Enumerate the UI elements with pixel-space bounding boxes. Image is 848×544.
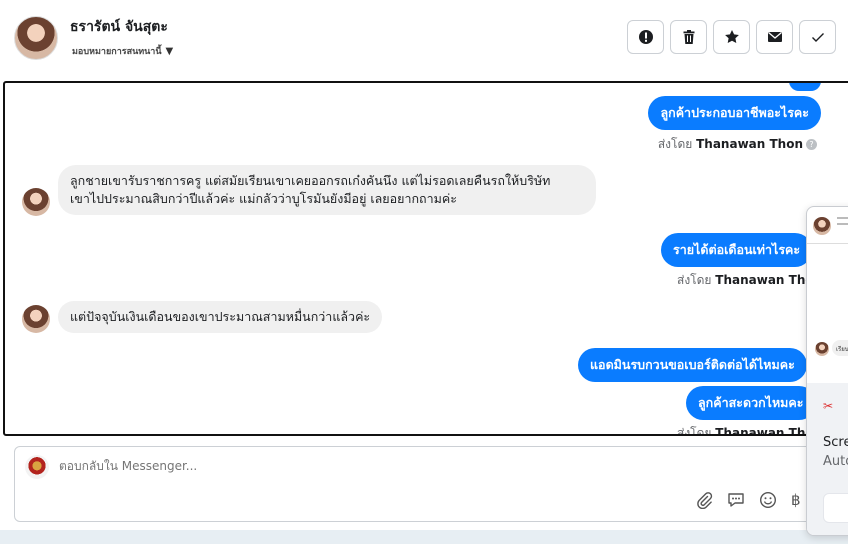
preview-bubble: เรียน xyxy=(832,340,848,356)
message-bubble-out: ลูกค้าสะดวกไหมคะ xyxy=(686,386,816,420)
alert-icon xyxy=(638,30,653,44)
message-bubble-in: ลูกชายเขารับราชการครู แต่สมัยเรียนเขาเคย… xyxy=(58,165,596,215)
sent-by-prefix: ส่งโดย xyxy=(657,137,693,151)
contact-avatar-small xyxy=(22,188,50,216)
page-avatar xyxy=(25,455,49,479)
trash-icon xyxy=(683,30,694,44)
contact-avatar[interactable] xyxy=(14,16,58,60)
mark-unread-button[interactable] xyxy=(756,20,793,54)
message-bubble-out: แอดมินรบกวนขอเบอร์ติดต่อได้ไหมคะ xyxy=(578,348,807,382)
preview-avatar xyxy=(813,217,831,235)
help-icon[interactable]: ? xyxy=(806,139,817,150)
snipping-tool-icon: ✂ xyxy=(823,399,834,413)
sent-by-label: ส่งโดย Thanawan Thon? xyxy=(658,135,817,154)
screenshot-notification[interactable]: ✂ Scre Auto xyxy=(807,383,848,535)
message-line: ลูกชายเขารับราชการครู แต่สมัยเรียนเขาเคย… xyxy=(70,173,551,188)
caret-down-icon: ▼ xyxy=(165,45,174,57)
sent-by-label: ส่งโดย Thanawan Thon xyxy=(677,424,822,436)
message-bubble-out: รายได้ต่อเดือนเท่าไรคะ xyxy=(661,233,813,267)
baht-icon[interactable]: ฿ xyxy=(791,491,801,509)
sent-by-prefix: ส่งโดย xyxy=(677,273,712,287)
message-thread[interactable]: ลูกค้าประกอบอาชีพอะไรคะ ส่งโดย Thanawan … xyxy=(3,81,848,436)
envelope-icon xyxy=(767,32,782,42)
check-icon xyxy=(811,33,824,42)
agent-name: Thanawan Thon xyxy=(696,137,803,151)
message-line: เขาไปประมาณสิบกว่าปีแล้วค่ะ แม่กลัวว่าบู… xyxy=(70,191,457,206)
header-actions xyxy=(627,20,836,54)
saved-reply-icon[interactable] xyxy=(727,491,745,509)
notification-button[interactable] xyxy=(823,493,848,523)
message-bubble-in: แต่ปัจจุบันเงินเดือนของเขาประมาณสามหมื่น… xyxy=(58,301,383,333)
reply-composer: ฿ xyxy=(14,446,844,522)
conversation-header: ธรารัตน์ จันสุตะ มอบหมายการสนทนานี้ ▼ xyxy=(0,0,848,80)
paperclip-icon[interactable] xyxy=(695,491,713,509)
app-window: ธรารัตน์ จันสุตะ มอบหมายการสนทนานี้ ▼ ลู… xyxy=(0,0,848,530)
assign-conversation-dropdown[interactable]: มอบหมายการสนทนานี้ ▼ xyxy=(72,44,173,58)
contact-name[interactable]: ธรารัตน์ จันสุตะ xyxy=(70,16,168,38)
reply-input[interactable] xyxy=(59,459,459,473)
message-bubble-out-partial xyxy=(789,83,821,91)
delete-button[interactable] xyxy=(670,20,707,54)
notification-title: Scre xyxy=(823,435,848,450)
sent-by-prefix: ส่งโดย xyxy=(677,426,712,436)
mark-spam-button[interactable] xyxy=(627,20,664,54)
contact-avatar-small xyxy=(22,305,50,333)
mark-done-button[interactable] xyxy=(799,20,836,54)
chat-preview-panel[interactable]: เรียน ✂ Scre Auto xyxy=(806,206,848,536)
composer-tools: ฿ xyxy=(695,491,801,509)
notification-subtitle: Auto xyxy=(823,454,848,469)
star-button[interactable] xyxy=(713,20,750,54)
star-icon xyxy=(724,30,739,43)
sent-by-label: ส่งโดย Thanawan Thon xyxy=(677,271,822,290)
divider xyxy=(807,243,848,244)
preview-text-lines xyxy=(837,217,848,231)
message-bubble-out: ลูกค้าประกอบอาชีพอะไรคะ xyxy=(648,96,821,130)
emoji-icon[interactable] xyxy=(759,491,777,509)
assign-label: มอบหมายการสนทนานี้ xyxy=(72,47,162,57)
preview-avatar-small xyxy=(815,342,829,356)
